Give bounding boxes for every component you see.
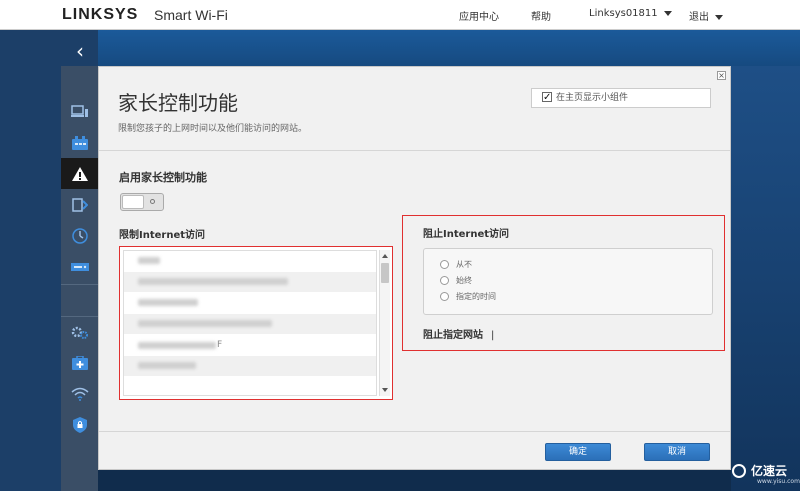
cancel-button[interactable]: 取消 bbox=[644, 443, 710, 461]
brand-logo[interactable]: LINKSYS bbox=[62, 6, 138, 24]
gear-icon bbox=[71, 326, 88, 339]
account-name: Linksys01811 bbox=[589, 8, 658, 19]
radio-button[interactable] bbox=[440, 276, 449, 285]
list-item[interactable] bbox=[124, 272, 376, 293]
top-header: LINKSYS Smart Wi-Fi 应用中心 帮助 Linksys01811… bbox=[0, 0, 800, 30]
chevron-down-icon bbox=[663, 10, 672, 16]
text-cursor: | bbox=[491, 330, 495, 341]
device-name-obscured bbox=[138, 362, 196, 369]
option-label: 从不 bbox=[456, 260, 472, 269]
sidebar-item-guest-access[interactable] bbox=[61, 127, 98, 158]
block-sites-label[interactable]: 阻止指定网站 | bbox=[423, 326, 494, 341]
option-never[interactable]: 从不 bbox=[440, 259, 472, 270]
option-always[interactable]: 始终 bbox=[440, 275, 472, 286]
device-list-panel: F bbox=[119, 246, 393, 400]
scroll-down-icon[interactable] bbox=[382, 388, 388, 392]
troubleshooting-icon bbox=[71, 355, 88, 370]
watermark-url: www.yisu.com bbox=[757, 478, 800, 485]
external-storage-icon bbox=[70, 262, 89, 271]
security-icon bbox=[72, 416, 87, 433]
list-item[interactable] bbox=[124, 251, 376, 272]
radio-button[interactable] bbox=[440, 292, 449, 301]
list-item[interactable]: F bbox=[124, 335, 376, 356]
sidebar-item-wireless[interactable] bbox=[61, 378, 98, 409]
divider bbox=[99, 150, 730, 151]
page-title: 家长控制功能 bbox=[118, 91, 238, 115]
app-center-link[interactable]: 应用中心 bbox=[459, 8, 499, 23]
option-scheduled[interactable]: 指定的时间 bbox=[440, 291, 496, 302]
restrict-access-label: 限制Internet访问 bbox=[119, 230, 206, 241]
option-label: 指定的时间 bbox=[456, 292, 496, 301]
show-widget-option[interactable]: 在主页显示小组件 bbox=[531, 88, 711, 108]
device-name-obscured bbox=[138, 320, 272, 327]
sidebar: ‹ bbox=[0, 30, 103, 491]
device-list-scrollbar[interactable] bbox=[379, 250, 390, 396]
device-name-obscured bbox=[138, 257, 160, 264]
logout-label: 退出 bbox=[689, 12, 709, 23]
sidebar-item-device-list[interactable] bbox=[61, 96, 98, 127]
ok-button[interactable]: 确定 bbox=[545, 443, 611, 461]
parental-control-icon bbox=[71, 166, 88, 181]
sidebar-divider bbox=[61, 284, 98, 285]
device-name-obscured bbox=[138, 299, 198, 306]
media-prioritization-icon bbox=[71, 197, 88, 212]
scroll-thumb[interactable] bbox=[381, 263, 389, 283]
device-list[interactable]: F bbox=[123, 250, 377, 396]
radio-button[interactable] bbox=[440, 260, 449, 269]
watermark-logo bbox=[732, 464, 746, 478]
background-bottom bbox=[98, 470, 731, 491]
divider bbox=[99, 431, 730, 432]
show-widget-checkbox[interactable] bbox=[542, 89, 552, 107]
sidebar-item-media-prioritization[interactable] bbox=[61, 189, 98, 220]
product-name: Smart Wi-Fi bbox=[154, 7, 228, 23]
device-name-obscured bbox=[138, 278, 288, 285]
list-item[interactable] bbox=[124, 314, 376, 335]
enable-label: 启用家长控制功能 bbox=[119, 171, 207, 184]
block-sites-text: 阻止指定网站 bbox=[423, 330, 483, 341]
logout-menu[interactable]: 退出 bbox=[689, 8, 723, 23]
watermark-text: 亿速云 bbox=[751, 464, 788, 478]
close-icon: × bbox=[718, 71, 725, 80]
device-name-obscured bbox=[138, 342, 216, 349]
device-list-icon bbox=[70, 104, 88, 117]
wireless-icon bbox=[71, 387, 88, 401]
enable-toggle[interactable] bbox=[120, 193, 164, 211]
device-name-tail: F bbox=[217, 340, 223, 350]
close-button[interactable]: × bbox=[717, 71, 726, 80]
block-schedule-options: 从不 始终 指定的时间 bbox=[423, 248, 713, 315]
list-item[interactable] bbox=[124, 356, 376, 377]
toggle-off-indicator bbox=[150, 199, 155, 204]
account-menu[interactable]: Linksys01811 bbox=[589, 8, 672, 19]
list-item[interactable] bbox=[124, 293, 376, 314]
block-settings-panel: 阻止Internet访问 从不 始终 指定的时间 阻止指定网站 | bbox=[402, 215, 725, 351]
toggle-knob bbox=[122, 195, 144, 209]
guest-access-icon bbox=[71, 135, 88, 150]
chevron-down-icon bbox=[715, 14, 723, 20]
sidebar-item-parental-control[interactable] bbox=[61, 158, 103, 189]
scroll-up-icon[interactable] bbox=[382, 254, 388, 258]
sidebar-item-external-storage[interactable] bbox=[61, 251, 98, 282]
sidebar-item-connectivity[interactable] bbox=[61, 316, 98, 347]
option-label: 始终 bbox=[456, 276, 472, 285]
sidebar-item-security[interactable] bbox=[61, 409, 98, 440]
chevron-left-icon: ‹ bbox=[76, 39, 84, 63]
show-widget-label: 在主页显示小组件 bbox=[556, 93, 629, 103]
block-access-label: 阻止Internet访问 bbox=[423, 229, 510, 240]
background-band bbox=[0, 30, 800, 66]
parental-control-dialog: × 家长控制功能 限制您孩子的上网时间以及他们能访问的网站。 在主页显示小组件 … bbox=[98, 66, 731, 470]
sidebar-item-troubleshooting[interactable] bbox=[61, 347, 98, 378]
help-link[interactable]: 帮助 bbox=[531, 8, 551, 23]
speed-test-icon bbox=[71, 227, 88, 244]
back-button[interactable]: ‹ bbox=[62, 38, 98, 66]
sidebar-item-speed-test[interactable] bbox=[61, 220, 98, 251]
page-description: 限制您孩子的上网时间以及他们能访问的网站。 bbox=[118, 124, 308, 134]
background-right bbox=[731, 66, 800, 491]
